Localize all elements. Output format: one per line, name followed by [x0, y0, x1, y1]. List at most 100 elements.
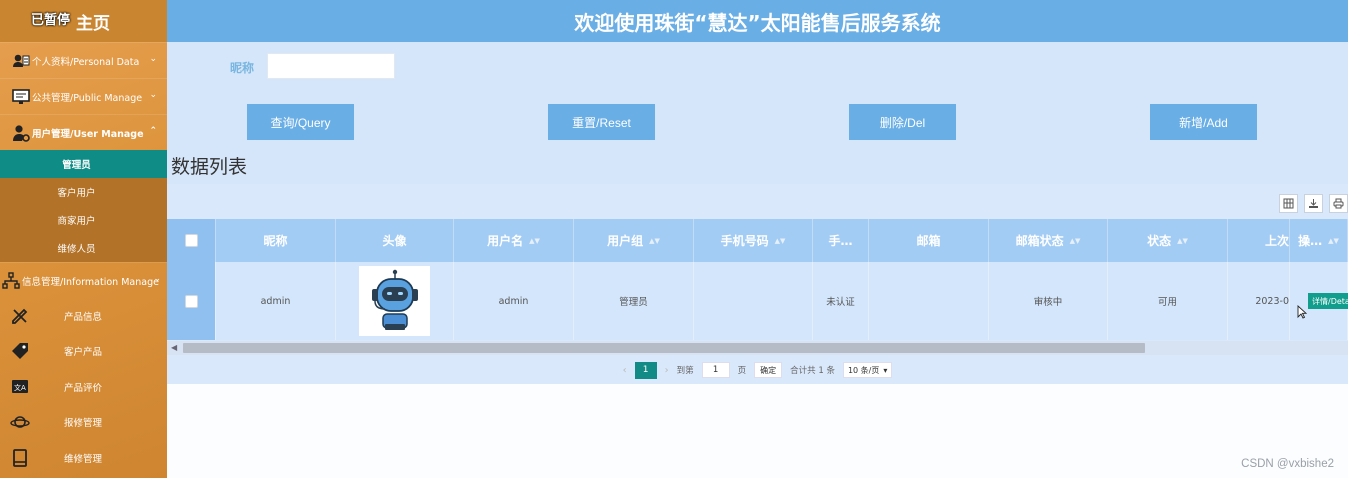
- watermark: CSDN @vxbishe2: [1241, 458, 1334, 470]
- cell-last: 2023-0: [1228, 262, 1290, 340]
- sidebar-item-product-review[interactable]: 文A 产品评价: [0, 369, 167, 405]
- sidebar-subitem-customer-users[interactable]: 客户用户: [0, 178, 167, 206]
- avatar[interactable]: [359, 266, 430, 336]
- search-panel: 昵称 查询/Query 重置/Reset 删除/Del 新增/Add: [167, 42, 1348, 184]
- home-label: 主页: [76, 14, 110, 34]
- column-header-avatar: 头像: [336, 219, 454, 262]
- cell-email-status: 审核中: [989, 262, 1108, 340]
- sidebar-item-product-info[interactable]: 产品信息: [0, 298, 167, 334]
- nickname-label: 昵称: [230, 61, 255, 75]
- chevron-down-icon: ▾: [883, 365, 888, 375]
- monitor-icon: [12, 88, 30, 106]
- column-header-last[interactable]: 上次: [1228, 219, 1290, 262]
- page-unit-label: 页: [737, 366, 747, 376]
- select-all-cell: [167, 219, 216, 262]
- sidebar: 已暂停 主页 个人资料/Personal Data ⌄ 公共管理/Public …: [0, 0, 167, 478]
- sort-icon[interactable]: ▲▼: [1070, 237, 1081, 245]
- pencil-ruler-icon: [10, 306, 30, 326]
- hierarchy-icon: [2, 271, 20, 290]
- query-button[interactable]: 查询/Query: [247, 104, 354, 140]
- columns-icon[interactable]: [1279, 194, 1298, 213]
- translate-icon: 文A: [10, 377, 30, 397]
- sidebar-item-label: 信息管理/Information Manage: [22, 276, 159, 288]
- chevron-down-icon: ⌄: [149, 54, 157, 64]
- cell-group: 管理员: [574, 262, 694, 340]
- pagination: ‹ 1 › 到第 1 页 确定 合计共 1 条 10 条/页 ▾: [167, 356, 1348, 384]
- next-page-icon[interactable]: ›: [665, 365, 669, 376]
- reset-button[interactable]: 重置/Reset: [548, 104, 655, 140]
- cell-phone: [694, 262, 813, 340]
- sidebar-home[interactable]: 已暂停 主页: [0, 0, 167, 42]
- sidebar-subitem-merchant-users[interactable]: 商家用户: [0, 206, 167, 234]
- sidebar-item-repair-report[interactable]: 报修管理: [0, 405, 167, 441]
- planet-icon: [10, 412, 30, 432]
- column-header-email[interactable]: 邮箱: [869, 219, 989, 262]
- horizontal-scrollbar[interactable]: ◀: [167, 341, 1348, 355]
- list-title: 数据列表: [171, 156, 248, 178]
- cell-username: admin: [454, 262, 574, 340]
- column-header-phone[interactable]: 手机号码 ▲▼: [694, 219, 813, 262]
- row-checkbox[interactable]: [184, 294, 198, 308]
- data-table: 昵称 头像 用户名 ▲▼ 用户组 ▲▼ 手机号码 ▲▼ 手… 邮箱 邮箱状态 ▲▼ 状态…: [167, 184, 1348, 384]
- column-header-status[interactable]: 状态 ▲▼: [1108, 219, 1228, 262]
- sidebar-item-user-manage[interactable]: 用户管理/User Manage ⌃: [0, 114, 167, 150]
- prev-page-icon[interactable]: ‹: [623, 365, 627, 376]
- sort-icon[interactable]: ▲▼: [1328, 237, 1339, 245]
- page-title: 欢迎使用珠街“慧达”太阳能售后服务系统: [574, 11, 941, 35]
- cell-phone-status: 未认证: [813, 262, 869, 340]
- select-all-checkbox[interactable]: [184, 234, 198, 247]
- goto-confirm-button[interactable]: 确定: [754, 362, 783, 378]
- column-header-phone-status[interactable]: 手…: [813, 219, 869, 262]
- sidebar-subitem-repair-staff[interactable]: 维修人员: [0, 234, 167, 262]
- chevron-down-icon: ⌄: [149, 90, 157, 100]
- column-header-group[interactable]: 用户组 ▲▼: [574, 219, 694, 262]
- chevron-up-icon: ⌃: [149, 126, 157, 136]
- sidebar-item-label: 用户管理/User Manage: [32, 128, 144, 140]
- sort-icon[interactable]: ▲▼: [1177, 237, 1188, 245]
- scroll-left-arrow-icon[interactable]: ◀: [171, 341, 177, 355]
- person-card-icon: [12, 52, 30, 70]
- svg-text:文A: 文A: [14, 383, 26, 392]
- page-size-select[interactable]: 10 条/页 ▾: [842, 362, 893, 378]
- delete-button[interactable]: 删除/Del: [849, 104, 956, 140]
- nickname-input[interactable]: [267, 53, 395, 79]
- sort-icon[interactable]: ▲▼: [529, 237, 540, 245]
- detail-button[interactable]: 详情/Detail: [1308, 293, 1348, 309]
- sidebar-item-label: 公共管理/Public Manage: [32, 92, 143, 104]
- sidebar-subitem-admin[interactable]: 管理员: [0, 150, 167, 178]
- scroll-thumb[interactable]: [183, 343, 1145, 353]
- column-header-username[interactable]: 用户名 ▲▼: [454, 219, 574, 262]
- cell-email: [869, 262, 989, 340]
- cell-nickname: admin: [216, 262, 336, 340]
- top-header: 欢迎使用珠街“慧达”太阳能售后服务系统: [167, 0, 1348, 42]
- mouse-cursor-icon: [1297, 305, 1307, 319]
- goto-label: 到第: [676, 366, 694, 376]
- sidebar-item-customer-product[interactable]: 客户产品: [0, 334, 167, 370]
- table-toolbar: [1279, 194, 1348, 213]
- chevron-down-icon: ⌄: [153, 274, 161, 284]
- row-select-cell: [167, 262, 216, 340]
- page-number-current[interactable]: 1: [634, 361, 657, 379]
- sidebar-item-personal-data[interactable]: 个人资料/Personal Data ⌄: [0, 42, 167, 78]
- sidebar-item-public-manage[interactable]: 公共管理/Public Manage ⌄: [0, 78, 167, 114]
- export-icon[interactable]: [1304, 194, 1323, 213]
- user-gear-icon: [12, 124, 30, 142]
- sidebar-item-label: 个人资料/Personal Data: [32, 56, 140, 68]
- sidebar-item-information-manage[interactable]: 信息管理/Information Manage ⌄: [0, 262, 167, 298]
- goto-page-input[interactable]: 1: [701, 362, 730, 378]
- column-header-actions: 操… ▲▼: [1290, 219, 1348, 262]
- cell-status: 可用: [1108, 262, 1228, 340]
- column-header-email-status[interactable]: 邮箱状态 ▲▼: [989, 219, 1108, 262]
- cell-avatar: [336, 262, 454, 340]
- add-button[interactable]: 新增/Add: [1150, 104, 1257, 140]
- sort-icon[interactable]: ▲▼: [775, 237, 786, 245]
- print-icon[interactable]: [1329, 194, 1348, 213]
- table-row: admin admin 管理员 未认证 审核中 可用 2023-0: [167, 262, 1348, 340]
- table-header: 昵称 头像 用户名 ▲▼ 用户组 ▲▼ 手机号码 ▲▼ 手… 邮箱 邮箱状态 ▲▼ 状态…: [167, 219, 1348, 262]
- tag-icon: [10, 341, 30, 361]
- column-header-nickname[interactable]: 昵称: [216, 219, 336, 262]
- sidebar-item-repair-manage[interactable]: 维修管理: [0, 440, 167, 476]
- paused-indicator: 已暂停: [31, 13, 71, 28]
- sort-icon[interactable]: ▲▼: [649, 237, 660, 245]
- total-count: 合计共 1 条: [790, 366, 835, 376]
